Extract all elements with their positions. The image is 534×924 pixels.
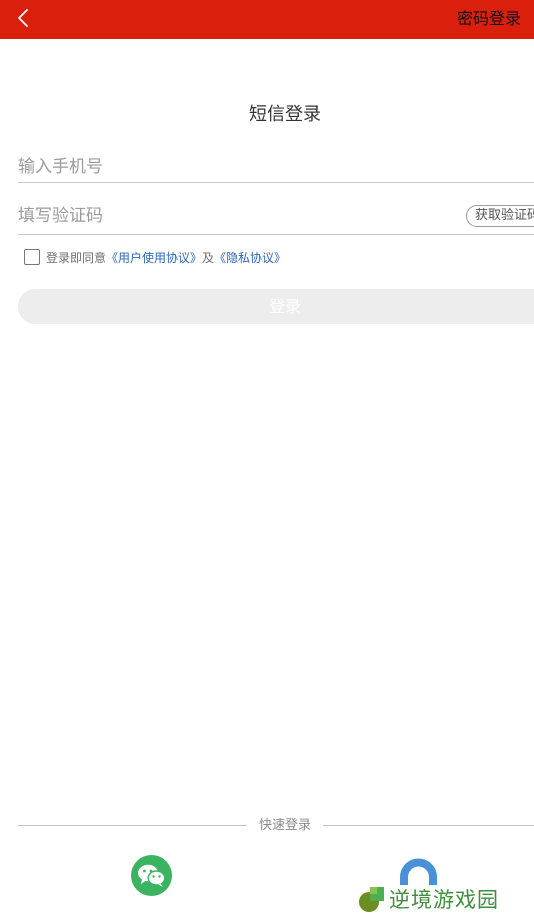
user-agreement-link[interactable]: 《用户使用协议》 [106, 249, 202, 266]
sms-login-page: 密码登录 短信登录 获取验证码 登录即同意 《用户使用协议》 及 《隐私协议》 … [0, 0, 534, 924]
phone-underline [18, 182, 534, 183]
chevron-left-icon [18, 9, 28, 27]
privacy-agreement-link[interactable]: 《隐私协议》 [214, 249, 286, 266]
verification-code-input[interactable] [18, 199, 458, 233]
agreement-row: 登录即同意 《用户使用协议》 及 《隐私协议》 [24, 247, 286, 267]
qq-icon [400, 858, 437, 885]
agreement-prefix: 登录即同意 [46, 250, 107, 265]
page-title: 短信登录 [249, 104, 321, 125]
login-button-label: 登录 [268, 297, 301, 316]
qq-login-button[interactable] [398, 855, 439, 885]
wechat-icon [138, 864, 166, 887]
login-button[interactable]: 登录 [18, 289, 534, 324]
watermark: 逆境游戏园 [358, 884, 499, 914]
phone-input[interactable] [18, 150, 534, 184]
top-bar: 密码登录 [0, 0, 534, 39]
wechat-login-button[interactable] [131, 855, 172, 896]
code-underline [18, 234, 534, 235]
watermark-text: 逆境游戏园 [389, 888, 499, 912]
quick-login-divider-left [18, 825, 247, 826]
password-login-link[interactable]: 密码登录 [457, 8, 521, 30]
quick-login-divider-right [323, 825, 534, 826]
get-code-button[interactable]: 获取验证码 [466, 205, 534, 227]
back-button[interactable] [10, 4, 38, 34]
leaf-logo-icon [359, 887, 384, 912]
quick-login-label: 快速登录 [258, 818, 311, 833]
agreement-checkbox[interactable] [24, 249, 40, 265]
agreement-conjunction: 及 [202, 250, 215, 265]
